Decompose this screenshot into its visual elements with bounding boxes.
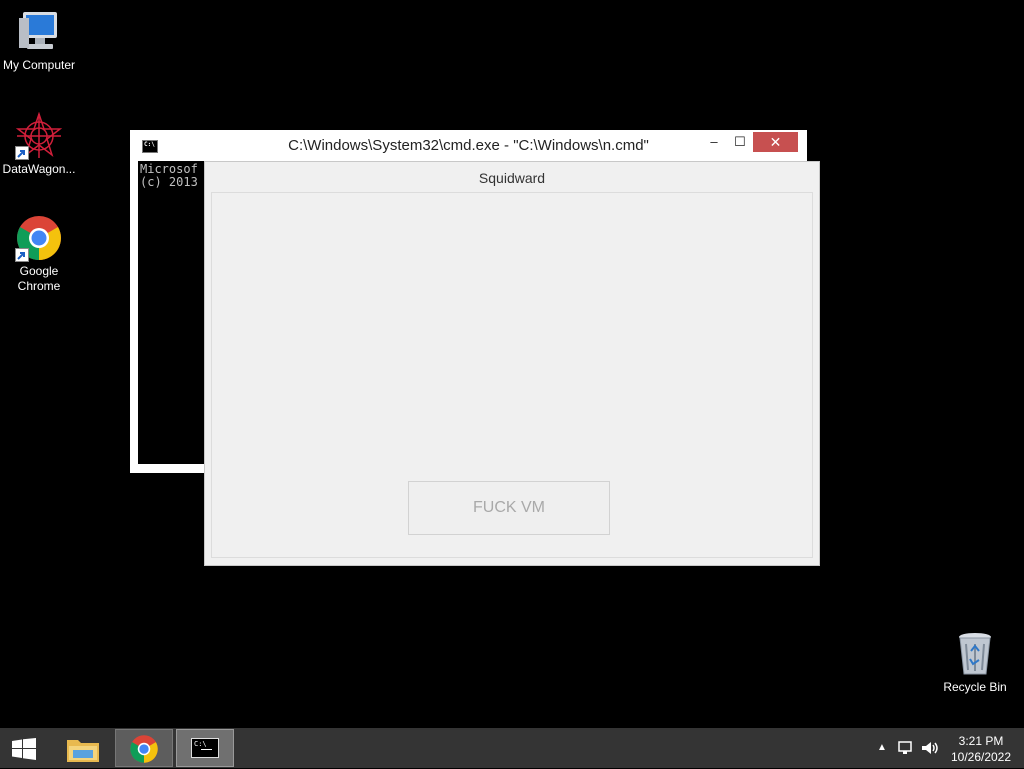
clock-date[interactable]: 10/26/2022	[946, 750, 1016, 764]
maximize-button[interactable]: ☐	[728, 132, 752, 152]
datawagon-icon	[15, 111, 63, 160]
cmd-titlebar[interactable]: C:\ C:\Windows\System32\cmd.exe - "C:\Wi…	[130, 130, 807, 160]
chrome-icon	[15, 214, 63, 262]
desktop-icon-google-chrome[interactable]: Google Chrome	[0, 214, 78, 294]
chrome-icon	[129, 734, 159, 769]
command-prompt-icon-text: C:\	[194, 740, 207, 748]
volume-icon[interactable]	[921, 740, 939, 759]
desktop-icon-label: Google Chrome	[17, 264, 61, 293]
shortcut-arrow-icon	[15, 248, 29, 262]
command-prompt-icon: C:\	[191, 738, 219, 758]
clock-time[interactable]: 3:21 PM	[955, 734, 1007, 748]
show-hidden-icons-button[interactable]: ▲	[877, 742, 887, 753]
windows-logo-icon	[12, 738, 36, 765]
desktop-icon-my-computer[interactable]: My Computer	[0, 8, 78, 73]
command-prompt-cursor	[201, 749, 212, 750]
desktop-icon-recycle-bin[interactable]: Recycle Bin	[935, 630, 1015, 695]
recycle-bin-icon	[951, 630, 999, 678]
taskbar-google-chrome[interactable]	[115, 729, 173, 767]
taskbar-file-explorer[interactable]	[54, 729, 112, 767]
network-icon[interactable]	[898, 740, 914, 759]
close-button[interactable]: ✕	[753, 132, 798, 152]
taskbar-command-prompt[interactable]: C:\	[176, 729, 234, 767]
computer-icon	[15, 8, 63, 56]
squidward-window[interactable]: Squidward FUCK VM	[204, 161, 820, 566]
shortcut-arrow-icon	[15, 146, 29, 160]
desktop-icon-label: My Computer	[2, 58, 76, 72]
start-button[interactable]	[0, 729, 48, 767]
folder-icon	[66, 735, 100, 768]
window-client-area: FUCK VM	[211, 192, 813, 558]
desktop-icon-label: DataWagon...	[2, 162, 76, 176]
desktop-icon-label: Recycle Bin	[943, 680, 1007, 694]
minimize-button[interactable]: –	[702, 132, 726, 152]
window-title: Squidward	[478, 170, 546, 186]
taskbar: C:\ ▲ 3:21 PM 10/26/2022	[0, 728, 1024, 768]
desktop-icon-datawagon[interactable]: DataWagon...	[0, 111, 78, 177]
fuck-vm-button[interactable]: FUCK VM	[408, 481, 610, 535]
